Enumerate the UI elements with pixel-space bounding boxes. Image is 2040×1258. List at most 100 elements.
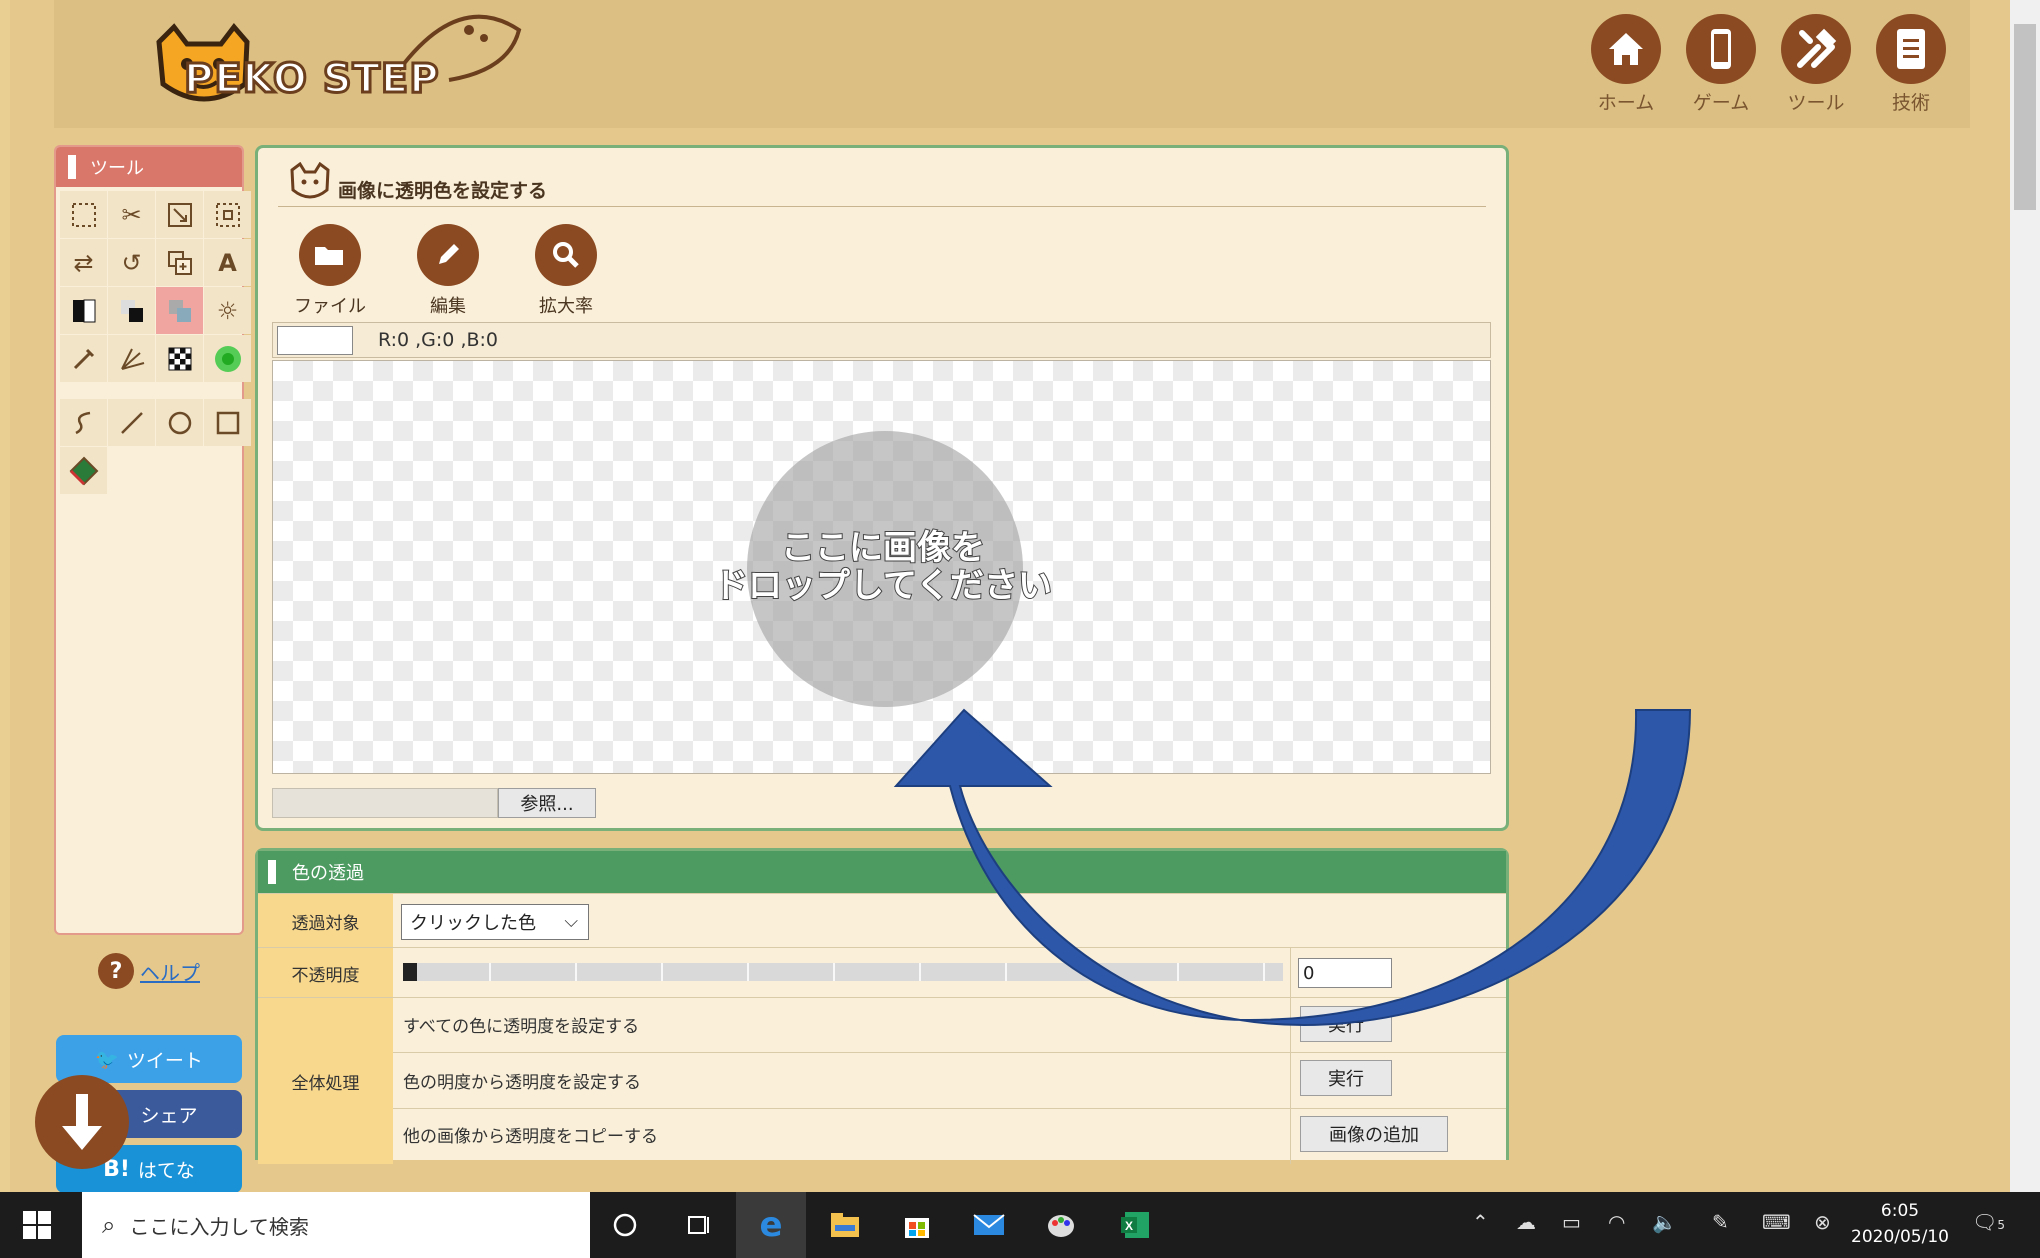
divider (393, 1108, 1506, 1109)
nav-tech[interactable]: 技術 (1863, 14, 1959, 115)
color-swatch (277, 326, 353, 355)
task-view-icon[interactable] (676, 1202, 722, 1248)
logo-text: PEKO STEP (183, 55, 441, 104)
mail-icon[interactable] (966, 1202, 1012, 1248)
add-image-button[interactable]: 画像の追加 (1300, 1116, 1448, 1152)
nav-home[interactable]: ホーム (1578, 14, 1674, 115)
edit-button[interactable]: 編集 (393, 224, 503, 318)
circle-icon[interactable] (156, 399, 203, 446)
ime-off-icon[interactable]: ⊗ (1814, 1210, 1831, 1234)
header-bar (268, 860, 276, 884)
header-bar (68, 155, 76, 179)
excel-icon[interactable]: X (1112, 1202, 1158, 1248)
tools-icon (1781, 14, 1851, 84)
twitter-bird-icon: 🐦 (95, 1048, 119, 1071)
grayscale-icon[interactable] (108, 287, 155, 334)
keyboard-icon[interactable]: ⌨ (1762, 1210, 1791, 1234)
opacity-slider[interactable] (403, 963, 1283, 981)
taskbar-search[interactable]: ⌕ ここに入力して検索 (82, 1192, 590, 1258)
clock-date: 2020/05/10 (1851, 1227, 1949, 1247)
tool-grid: ✂ ⇄ ↺ A ☼ (60, 191, 251, 382)
search-icon: ⌕ (102, 1211, 116, 1239)
rotate-icon[interactable]: ↺ (108, 239, 155, 286)
folder-icon (299, 224, 361, 286)
site-header: PEKO STEP ホーム ゲーム ツール 技術 (54, 0, 1970, 128)
select-rect-icon[interactable] (60, 191, 107, 238)
draw-tool-grid (60, 399, 251, 494)
settings-header: 色の透過 (258, 851, 1506, 893)
scrollbar-thumb[interactable] (2014, 24, 2036, 210)
tray-chevron-icon[interactable]: ⌃ (1472, 1210, 1489, 1234)
add-layer-icon[interactable] (156, 239, 203, 286)
opacity-row: 不透明度 0 (258, 947, 1506, 998)
opacity-input[interactable]: 0 (1298, 958, 1392, 988)
target-select[interactable]: クリックした色 ⌵ (401, 904, 589, 940)
text-icon[interactable]: A (204, 239, 251, 286)
fill-icon[interactable] (60, 447, 107, 494)
bulk-row-1-desc: すべての色に透明度を設定する (403, 1017, 640, 1037)
file-path-input[interactable] (272, 788, 498, 818)
freehand-icon[interactable] (60, 399, 107, 446)
file-explorer-icon[interactable] (822, 1202, 868, 1248)
search-placeholder: ここに入力して検索 (129, 1214, 309, 1239)
tools-panel-header: ツール (56, 147, 242, 187)
nav-tools-label: ツール (1787, 92, 1845, 114)
color-info-bar: R:0 ,G:0 ,B:0 (272, 322, 1491, 358)
zoom-button[interactable]: 拡大率 (511, 224, 621, 318)
edge-browser-icon[interactable]: e (748, 1202, 794, 1248)
transparent-color-icon[interactable] (156, 287, 203, 334)
browse-button[interactable]: 参照... (498, 788, 596, 818)
nav-tools[interactable]: ツール (1768, 14, 1864, 115)
bulk-row-2-desc: 色の明度から透明度を設定する (403, 1073, 641, 1093)
svg-text:X: X (1125, 1219, 1133, 1233)
share-label: シェア (140, 1104, 198, 1127)
zoom-label: 拡大率 (539, 296, 593, 317)
volume-icon[interactable]: 🔈 (1652, 1210, 1677, 1234)
brightness-icon[interactable]: ☼ (204, 287, 251, 334)
file-button[interactable]: ファイル (275, 224, 385, 318)
transparency-settings-panel: 色の透過 透過対象 クリックした色 ⌵ 不透明度 0 全体処理 すべての色に透明… (255, 848, 1509, 1164)
phone-icon (1686, 14, 1756, 84)
paint-icon[interactable] (1038, 1202, 1084, 1248)
checker-icon[interactable] (156, 335, 203, 382)
crop-icon[interactable] (204, 191, 251, 238)
onedrive-icon[interactable]: ☁ (1516, 1210, 1536, 1234)
run-all-colors-button[interactable]: 実行 (1300, 1006, 1392, 1042)
file-label: ファイル (294, 296, 366, 317)
home-icon (1591, 14, 1661, 84)
download-button[interactable] (35, 1075, 129, 1169)
help-label[interactable]: ヘルプ (140, 957, 200, 986)
flip-icon[interactable]: ⇄ (60, 239, 107, 286)
cat-face-icon (290, 162, 330, 199)
chevron-down-icon: ⌵ (564, 911, 578, 932)
wifi-icon[interactable]: ◠ (1608, 1210, 1625, 1234)
divider (1290, 998, 1291, 1164)
cortana-icon[interactable] (602, 1202, 648, 1248)
line-icon[interactable] (108, 399, 155, 446)
windows-start-icon[interactable] (22, 1210, 52, 1240)
invert-icon[interactable] (60, 287, 107, 334)
nav-home-label: ホーム (1597, 92, 1655, 114)
run-brightness-button[interactable]: 実行 (1300, 1060, 1392, 1096)
drop-canvas[interactable]: ここに画像を ドロップしてください (272, 360, 1491, 774)
eyedropper-icon[interactable] (60, 335, 107, 382)
nav-game[interactable]: ゲーム (1673, 14, 1769, 115)
bulk-label: 全体処理 (258, 998, 393, 1164)
tools-panel: ツール ✂ ⇄ ↺ A ☼ (54, 145, 251, 935)
slider-handle[interactable] (403, 963, 417, 981)
clock[interactable]: 6:05 2020/05/10 (1850, 1198, 1950, 1250)
pen-icon[interactable]: ✎ (1712, 1210, 1729, 1234)
fan-icon[interactable] (108, 335, 155, 382)
divider (393, 1052, 1506, 1053)
bulk-row-3-desc: 他の画像から透明度をコピーする (403, 1127, 658, 1147)
notification-icon[interactable]: 🗨5 (1972, 1210, 2005, 1234)
glow-icon[interactable] (204, 335, 251, 382)
rectangle-icon[interactable] (204, 399, 251, 446)
edit-label: 編集 (430, 296, 466, 317)
windows-taskbar: ⌕ ここに入力して検索 e X ⌃ ☁ ▭ ◠ 🔈 ✎ ⌨ ⊗ 6:05 202… (0, 1192, 2040, 1258)
help-link[interactable]: ? ヘルプ (98, 953, 200, 989)
resize-icon[interactable] (156, 191, 203, 238)
scissors-icon[interactable]: ✂ (108, 191, 155, 238)
battery-icon[interactable]: ▭ (1562, 1210, 1581, 1234)
store-icon[interactable] (894, 1202, 940, 1248)
